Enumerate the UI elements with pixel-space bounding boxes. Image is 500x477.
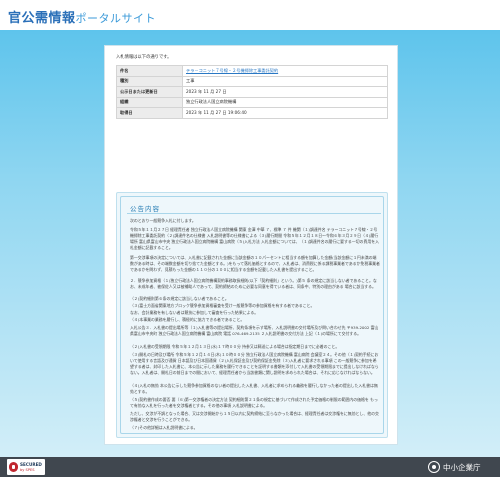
table-row: 公示日または更新日 2023 年 11 月 27 日 bbox=[116, 86, 388, 98]
notice-box: 公告内容 次のとおり一般競争入札に付します。 令和５年１１月２７日 経理責任者 … bbox=[116, 192, 388, 438]
notice-paragraph: （４)本事業の業務を履行し、積極的に協力できる者であること。 bbox=[130, 317, 245, 322]
table-row: 種別 工事 bbox=[116, 75, 388, 87]
intro-text: 入札情報は以下の通りです。 bbox=[116, 55, 172, 60]
notice-paragraph: ２．競争参加資格（１)独立行政法人国立病院機構契約事務取扱細則(以下「契約細則」… bbox=[130, 278, 377, 289]
detail-card: 入札情報は以下の通りです。 件名 テラ－コニット７号線・２号機掃除工事委託契約 … bbox=[104, 45, 398, 445]
security-seal[interactable]: SECURED by SPES bbox=[7, 459, 45, 475]
notice-paragraph: （２)契約細則第６条の規定に該当しない者であること。 bbox=[130, 296, 229, 301]
notice-paragraph: （７)その他詳細は入札説明書による。 bbox=[130, 425, 198, 430]
row-value: 2023 年 11 月 27 日 bbox=[182, 86, 388, 98]
notice-paragraph: ただし、交渉が不調となった場合、又は交渉開始から１５日以内に契約締結に至らなかっ… bbox=[130, 411, 379, 422]
site-logo[interactable]: 官公需情報ポータルサイト bbox=[8, 7, 156, 26]
notice-paragraph: （３)開札の日時及び場所 令和５年１２月１４日(木)１０時００分 独立行政法人国… bbox=[130, 352, 379, 375]
row-label: 組織 bbox=[116, 96, 183, 108]
notice-paragraph: （３)富士方面省関東地方ブロック競争参加資格審査を受け一般競争等の参加資格を有す… bbox=[130, 303, 315, 308]
notice-paragraph: （５)契約書作成の要否 要（６)第一交渉権者の決定方法 契約細則第２１条の規定に… bbox=[130, 397, 378, 408]
table-row: 取得日 2023 年 11 月 27 日 19:06:40 bbox=[116, 107, 388, 119]
row-label: 種別 bbox=[116, 75, 183, 87]
table-row: 組織 独立行政法人国立病院機構 bbox=[116, 96, 388, 108]
brand-main: 官公需情報 bbox=[8, 11, 76, 26]
org-name[interactable]: 中小企業庁 bbox=[443, 462, 481, 473]
row-value: 独立行政法人国立病院機構 bbox=[182, 96, 388, 108]
info-table: 件名 テラ－コニット７号線・２号機掃除工事委託契約 種別 工事 公示日または更新… bbox=[116, 65, 388, 119]
top-bar: 官公需情報ポータルサイト bbox=[0, 0, 500, 30]
divider bbox=[127, 213, 381, 214]
seal-line2: by SPES bbox=[20, 468, 35, 472]
org-logo-icon bbox=[428, 461, 440, 473]
notice-paragraph: （４)入札の無効 本公告に示した競争参加資格のない者の提出した入札書、入札者に求… bbox=[130, 383, 378, 394]
row-value: 工事 bbox=[182, 75, 388, 87]
row-label: 件名 bbox=[116, 65, 183, 77]
table-row: 件名 テラ－コニット７号線・２号機掃除工事委託契約 bbox=[116, 65, 388, 77]
row-value: 2023 年 11 月 27 日 19:06:40 bbox=[182, 107, 388, 119]
lock-icon bbox=[9, 462, 18, 472]
row-label: 公示日または更新日 bbox=[116, 86, 183, 98]
notice-title: 公告内容 bbox=[130, 205, 160, 213]
subject-link[interactable]: テラ－コニット７号線・２号機掃除工事委託契約 bbox=[182, 65, 388, 77]
notice-paragraph: 令和５年１１月２７日 経理責任者 独立行政法人国立病院機構 関東 金澤 中華 ７… bbox=[130, 227, 379, 250]
row-label: 取得日 bbox=[116, 107, 183, 119]
notice-paragraph: （２)入札書の受領期限 令和５年１２月１３日(水)１７時００分 持参又は郵送によ… bbox=[130, 344, 340, 349]
notice-paragraph: 第一交渉事項の決定については、入札書に記載された金額に当該金額の１０パーセントに… bbox=[130, 255, 380, 272]
notice-paragraph: なお、会計業務を有しない者は競技に参加して審査を行った結果による。 bbox=[130, 310, 259, 315]
notice-frame: 公告内容 次のとおり一般競争入札に付します。 令和５年１１月２７日 経理責任者 … bbox=[120, 196, 384, 434]
notice-paragraph: 入札公告３．入札書の提出場所等（１)入札書等の提出場所、契約条項を示す場所、入札… bbox=[130, 325, 379, 336]
brand-sub: ポータルサイト bbox=[75, 12, 157, 25]
footer: SECURED by SPES 中小企業庁 bbox=[0, 457, 500, 477]
seal-line1: SECURED bbox=[20, 462, 42, 467]
notice-paragraph: 次のとおり一般競争入札に付します。 bbox=[130, 218, 196, 223]
